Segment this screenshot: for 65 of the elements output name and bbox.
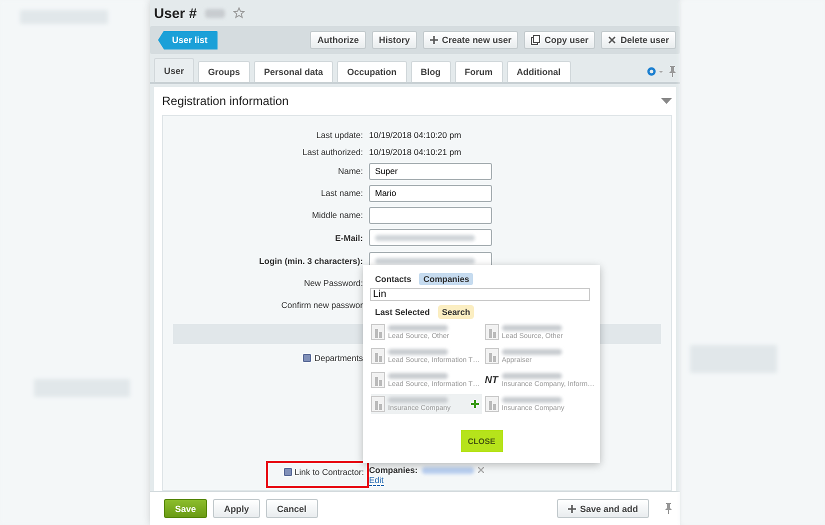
page-title: User # [154,5,197,21]
toolbar-button[interactable]: History [372,31,417,49]
toolbar-button[interactable]: Create new user [422,31,518,49]
star-icon[interactable] [232,7,245,19]
input-field[interactable] [369,206,492,224]
field-label: Last name: [320,188,363,198]
popup-tab[interactable]: Last Selected [371,305,434,319]
field-label: Login (min. 3 characters): [259,256,363,266]
footer-button[interactable]: Apply [213,499,260,518]
plus-icon [568,504,576,512]
popup-tab[interactable]: Contacts [371,273,416,285]
companies-label: Companies: [369,465,418,475]
edit-link[interactable]: Edit [369,475,384,486]
plus-icon [430,36,438,44]
field-label: New Password: [304,278,363,288]
field-label: Last update: [316,130,363,140]
input-field[interactable]: Mario [369,184,492,202]
field-value: 10/19/2018 04:10:20 pm [369,130,462,140]
settings-icon[interactable] [647,66,663,76]
field-label: Departments [303,353,363,363]
help-icon[interactable] [284,468,292,476]
remove-icon[interactable] [478,467,484,473]
building-icon [484,348,499,364]
tab[interactable]: User [154,58,194,82]
tab[interactable]: Personal data [254,61,334,82]
input-field[interactable] [369,229,492,246]
pin-icon[interactable] [669,66,676,76]
input-field[interactable]: Super [369,162,492,180]
label-text: Link to Contractor: [294,467,364,477]
building-icon [484,396,499,412]
company-logo: NT [484,374,499,386]
collapse-icon[interactable] [661,98,672,104]
field-label: Name: [338,166,363,176]
add-icon[interactable] [470,400,479,408]
tab[interactable]: Additional [506,61,571,82]
toolbar-button[interactable]: Authorize [310,31,366,49]
footer-button[interactable]: Cancel [266,499,318,518]
help-icon[interactable] [303,354,312,362]
building-icon [484,324,499,340]
popup-tab[interactable]: Search [438,305,474,319]
close-icon [608,36,616,44]
tab[interactable]: Forum [454,61,503,82]
search-field[interactable]: Lin [370,288,590,301]
building-icon [371,324,385,340]
building-icon [371,396,385,412]
building-icon [371,348,385,364]
blurred-link[interactable] [422,466,474,474]
field-label: Last authorized: [302,146,363,156]
building-icon [371,372,385,388]
close-button[interactable]: CLOSE [460,430,502,452]
toolbar-button[interactable]: Delete user [601,31,676,49]
section-title: Registration information [162,94,289,108]
blurred-text [204,8,225,18]
field-label: E-Mail: [335,232,363,242]
copy-icon [531,35,540,45]
field-value: 10/19/2018 04:10:21 pm [369,146,462,156]
popup-tab[interactable]: Companies [419,273,474,285]
field-label: Middle name: [312,210,363,220]
field-label: Confirm new passwor [281,300,363,310]
save-and-add-button[interactable]: Save and add [556,499,649,518]
tab[interactable]: Occupation [337,61,407,82]
toolbar-button[interactable]: Copy user [524,31,596,49]
tab[interactable]: Blog [410,61,451,82]
pin-icon[interactable] [665,503,672,514]
tab[interactable]: Groups [198,61,250,82]
